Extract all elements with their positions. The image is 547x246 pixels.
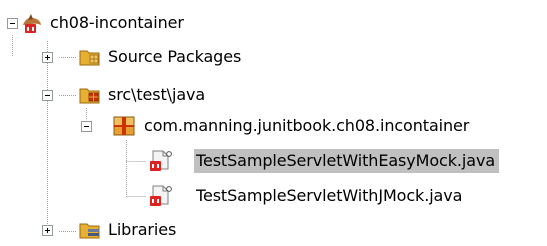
java-test-file-icon [150, 185, 172, 206]
tree-node-jmock-file[interactable]: TestSampleServletWithJMock.java [148, 182, 518, 210]
expand-toggle[interactable] [42, 52, 53, 63]
package-icon [113, 116, 135, 136]
tree-node-package[interactable]: com.manning.junitbook.ch08.incontainer [112, 112, 532, 140]
tree-node-project[interactable]: ch08-incontainer [20, 9, 280, 37]
project-tree: ch08-incontainer Source Packages src\tes… [0, 0, 547, 246]
tree-node-label: com.manning.junitbook.ch08.incontainer [144, 116, 470, 135]
expand-toggle[interactable] [42, 225, 53, 236]
collapse-toggle[interactable] [42, 90, 53, 101]
collapse-toggle[interactable] [81, 121, 92, 132]
test-folder-icon [79, 88, 100, 104]
source-folder-icon [79, 50, 100, 66]
tree-node-label: src\test\java [108, 85, 206, 104]
tree-node-libraries[interactable]: Libraries [78, 216, 208, 244]
tree-node-label: TestSampleServletWithJMock.java [196, 186, 463, 205]
libraries-folder-icon [79, 223, 100, 239]
tree-node-label: Source Packages [108, 47, 242, 66]
tree-node-test-packages[interactable]: src\test\java [78, 81, 248, 109]
collapse-toggle[interactable] [7, 18, 18, 29]
tree-node-label-selected: TestSampleServletWithEasyMock.java [194, 149, 500, 173]
tree-node-source-packages[interactable]: Source Packages [78, 43, 288, 71]
project-icon [23, 14, 41, 33]
tree-node-label: Libraries [108, 220, 177, 239]
tree-node-easymock-file[interactable]: TestSampleServletWithEasyMock.java [148, 147, 533, 175]
java-test-file-icon [150, 150, 172, 171]
tree-node-label: ch08-incontainer [50, 13, 184, 32]
